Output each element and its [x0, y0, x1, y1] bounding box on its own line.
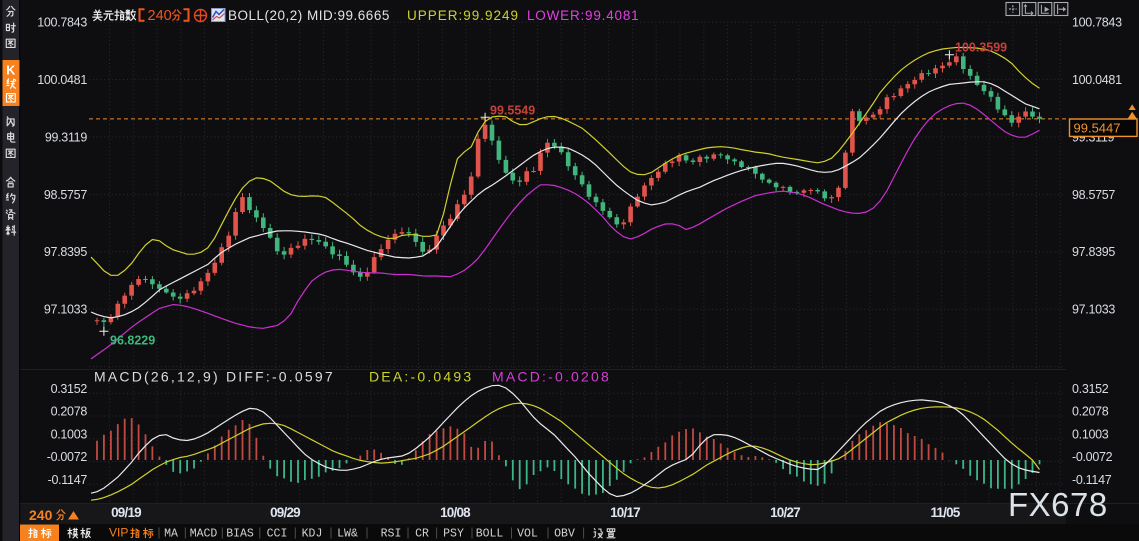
svg-text:UPPER:99.9249: UPPER:99.9249 — [407, 8, 519, 23]
svg-text:99.5549: 99.5549 — [490, 104, 535, 118]
svg-text:100.0481: 100.0481 — [1072, 73, 1122, 87]
svg-text:0.2078: 0.2078 — [51, 405, 88, 419]
svg-text:99.5447: 99.5447 — [1074, 121, 1121, 136]
svg-text:0.2078: 0.2078 — [1072, 405, 1109, 419]
svg-text:100.0481: 100.0481 — [37, 73, 87, 87]
svg-text:K: K — [6, 64, 15, 78]
svg-text:10/08: 10/08 — [440, 505, 471, 520]
svg-text:MACD(26,12,9) DIFF:-0.0597: MACD(26,12,9) DIFF:-0.0597 — [94, 369, 335, 385]
svg-text:240: 240 — [148, 8, 172, 24]
svg-text:FX678: FX678 — [1008, 486, 1108, 523]
svg-text:-0.0072: -0.0072 — [47, 450, 88, 464]
svg-text:VIP: VIP — [109, 526, 128, 540]
svg-text:OBV: OBV — [554, 528, 575, 541]
svg-text:CCI: CCI — [267, 528, 288, 541]
svg-text:97.1033: 97.1033 — [44, 303, 87, 317]
svg-text:98.5757: 98.5757 — [44, 188, 87, 202]
svg-text:09/19: 09/19 — [111, 505, 141, 520]
svg-text:VOL: VOL — [517, 528, 538, 541]
svg-text:100.3599: 100.3599 — [955, 41, 1007, 55]
svg-text:97.8395: 97.8395 — [44, 245, 87, 259]
svg-text:PSY: PSY — [443, 528, 464, 541]
svg-text:99.3119: 99.3119 — [45, 130, 88, 144]
svg-text:11/05: 11/05 — [930, 505, 960, 520]
svg-text:CR: CR — [415, 528, 429, 541]
svg-text:0.3152: 0.3152 — [51, 382, 88, 396]
svg-text:97.1033: 97.1033 — [1072, 303, 1115, 317]
svg-text:-0.0072: -0.0072 — [1072, 450, 1113, 464]
svg-text:10/17: 10/17 — [610, 505, 640, 520]
svg-text:BOLL(20,2) MID:99.6665: BOLL(20,2) MID:99.6665 — [228, 8, 390, 23]
svg-text:0.1003: 0.1003 — [51, 427, 88, 441]
svg-text:0.3152: 0.3152 — [1072, 382, 1109, 396]
svg-text:DEA:-0.0493: DEA:-0.0493 — [369, 369, 473, 385]
svg-text:0.1003: 0.1003 — [1072, 427, 1109, 441]
svg-text:LW&: LW& — [337, 528, 358, 541]
svg-text:RSI: RSI — [381, 528, 402, 541]
svg-text:-0.1147: -0.1147 — [48, 473, 88, 487]
svg-text:97.8395: 97.8395 — [1072, 245, 1115, 259]
svg-text:LOWER:99.4081: LOWER:99.4081 — [527, 8, 639, 23]
svg-text:240: 240 — [29, 507, 53, 523]
svg-text:KDJ: KDJ — [302, 528, 323, 541]
svg-text:BOLL: BOLL — [476, 528, 504, 541]
svg-text:96.8229: 96.8229 — [110, 334, 155, 348]
svg-text:BIAS: BIAS — [226, 528, 254, 541]
svg-text:-0.1147: -0.1147 — [1072, 473, 1112, 487]
svg-text:MACD: MACD — [190, 528, 218, 541]
svg-text:MACD:-0.0208: MACD:-0.0208 — [492, 369, 611, 385]
svg-text:MA: MA — [164, 528, 178, 541]
svg-text:09/29: 09/29 — [270, 505, 300, 520]
svg-text:100.7843: 100.7843 — [1072, 16, 1122, 30]
svg-text:98.5757: 98.5757 — [1072, 188, 1115, 202]
svg-text:100.7843: 100.7843 — [37, 16, 87, 30]
svg-text:10/27: 10/27 — [770, 505, 800, 520]
